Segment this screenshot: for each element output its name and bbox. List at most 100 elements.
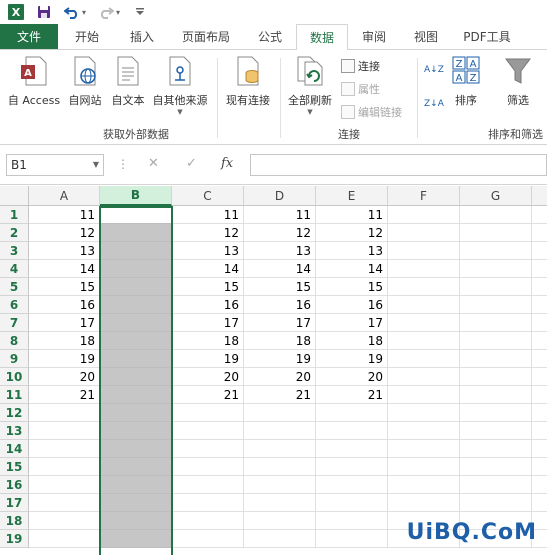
- row-header[interactable]: 4: [0, 260, 29, 278]
- cell-d17[interactable]: [244, 494, 316, 512]
- cell-e2[interactable]: 12: [316, 224, 388, 242]
- cell-e12[interactable]: [316, 404, 388, 422]
- cell-g2[interactable]: [460, 224, 532, 242]
- cell-e1[interactable]: 11: [316, 206, 388, 224]
- cell-d3[interactable]: 13: [244, 242, 316, 260]
- cell-b3[interactable]: [100, 242, 172, 260]
- column-header-f[interactable]: F: [388, 186, 460, 206]
- cell-b9[interactable]: [100, 350, 172, 368]
- cell-a16[interactable]: [29, 476, 100, 494]
- cell-e13[interactable]: [316, 422, 388, 440]
- cell-g3[interactable]: [460, 242, 532, 260]
- from-access-button[interactable]: A 自 Access: [4, 56, 64, 108]
- cell-f17[interactable]: [388, 494, 460, 512]
- cell-h4[interactable]: [532, 260, 547, 278]
- cell-d8[interactable]: 18: [244, 332, 316, 350]
- cell-f3[interactable]: [388, 242, 460, 260]
- cell-e19[interactable]: [316, 530, 388, 548]
- sort-button[interactable]: ZAAZ 排序: [448, 56, 484, 108]
- row-header[interactable]: 8: [0, 332, 29, 350]
- cell-d19[interactable]: [244, 530, 316, 548]
- cell-e6[interactable]: 16: [316, 296, 388, 314]
- cell-d15[interactable]: [244, 458, 316, 476]
- cell-c16[interactable]: [172, 476, 244, 494]
- row-header[interactable]: 19: [0, 530, 29, 548]
- row-header[interactable]: 9: [0, 350, 29, 368]
- cell-h8[interactable]: [532, 332, 547, 350]
- cell-a10[interactable]: 20: [29, 368, 100, 386]
- row-header[interactable]: 14: [0, 440, 29, 458]
- cell-b16[interactable]: [100, 476, 172, 494]
- cell-a9[interactable]: 19: [29, 350, 100, 368]
- cell-h11[interactable]: [532, 386, 547, 404]
- cell-h12[interactable]: [532, 404, 547, 422]
- cell-b6[interactable]: [100, 296, 172, 314]
- tab-file[interactable]: 文件: [0, 24, 58, 49]
- cell-b14[interactable]: [100, 440, 172, 458]
- cell-c12[interactable]: [172, 404, 244, 422]
- cell-c14[interactable]: [172, 440, 244, 458]
- cell-b5[interactable]: [100, 278, 172, 296]
- cell-f7[interactable]: [388, 314, 460, 332]
- cell-f8[interactable]: [388, 332, 460, 350]
- column-header-c[interactable]: C: [172, 186, 244, 206]
- cell-a18[interactable]: [29, 512, 100, 530]
- row-header[interactable]: 18: [0, 512, 29, 530]
- cell-e10[interactable]: 20: [316, 368, 388, 386]
- cell-b1[interactable]: [100, 206, 172, 224]
- cell-c10[interactable]: 20: [172, 368, 244, 386]
- cell-c11[interactable]: 21: [172, 386, 244, 404]
- cell-f14[interactable]: [388, 440, 460, 458]
- cell-b7[interactable]: [100, 314, 172, 332]
- cell-c7[interactable]: 17: [172, 314, 244, 332]
- cell-h3[interactable]: [532, 242, 547, 260]
- cell-g14[interactable]: [460, 440, 532, 458]
- cell-h5[interactable]: [532, 278, 547, 296]
- row-header[interactable]: 5: [0, 278, 29, 296]
- properties-button[interactable]: 属性: [341, 79, 380, 99]
- refresh-all-button[interactable]: 全部刷新 ▼: [284, 56, 336, 116]
- tab-view[interactable]: 视图: [400, 24, 452, 49]
- cell-b12[interactable]: [100, 404, 172, 422]
- cell-e5[interactable]: 15: [316, 278, 388, 296]
- cell-e18[interactable]: [316, 512, 388, 530]
- cell-f9[interactable]: [388, 350, 460, 368]
- name-box[interactable]: B1 ▼: [6, 154, 104, 176]
- cell-d7[interactable]: 17: [244, 314, 316, 332]
- cell-a5[interactable]: 15: [29, 278, 100, 296]
- cell-g13[interactable]: [460, 422, 532, 440]
- cell-b19[interactable]: [100, 530, 172, 548]
- cell-a19[interactable]: [29, 530, 100, 548]
- redo-icon[interactable]: [98, 4, 115, 20]
- cell-e14[interactable]: [316, 440, 388, 458]
- cell-a15[interactable]: [29, 458, 100, 476]
- cell-h16[interactable]: [532, 476, 547, 494]
- tab-data[interactable]: 数据: [296, 24, 348, 50]
- customize-icon[interactable]: [132, 4, 148, 20]
- cell-g10[interactable]: [460, 368, 532, 386]
- cell-e17[interactable]: [316, 494, 388, 512]
- cell-a14[interactable]: [29, 440, 100, 458]
- cell-g1[interactable]: [460, 206, 532, 224]
- cell-c8[interactable]: 18: [172, 332, 244, 350]
- cell-c19[interactable]: [172, 530, 244, 548]
- cell-a6[interactable]: 16: [29, 296, 100, 314]
- cell-c15[interactable]: [172, 458, 244, 476]
- cell-d6[interactable]: 16: [244, 296, 316, 314]
- undo-dropdown-icon[interactable]: ▾: [82, 8, 86, 17]
- cell-c18[interactable]: [172, 512, 244, 530]
- row-header[interactable]: 11: [0, 386, 29, 404]
- cell-d14[interactable]: [244, 440, 316, 458]
- cell-a17[interactable]: [29, 494, 100, 512]
- formula-input[interactable]: [250, 154, 547, 176]
- cell-d5[interactable]: 15: [244, 278, 316, 296]
- cell-c17[interactable]: [172, 494, 244, 512]
- cell-h1[interactable]: [532, 206, 547, 224]
- cell-b18[interactable]: [100, 512, 172, 530]
- cell-e4[interactable]: 14: [316, 260, 388, 278]
- cell-b8[interactable]: [100, 332, 172, 350]
- cell-h6[interactable]: [532, 296, 547, 314]
- row-header[interactable]: 2: [0, 224, 29, 242]
- from-web-button[interactable]: 自网站: [64, 56, 106, 108]
- cell-c1[interactable]: 11: [172, 206, 244, 224]
